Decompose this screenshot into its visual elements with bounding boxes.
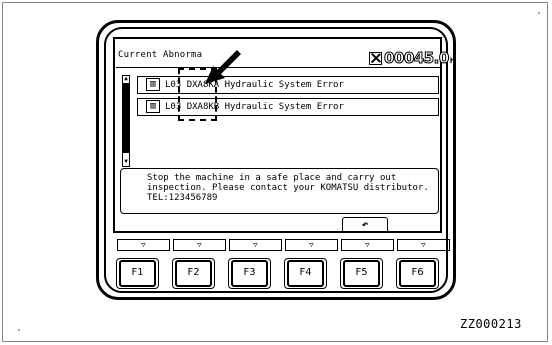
machine-icon: ▥ <box>146 100 160 113</box>
error-description: Hydraulic System Error <box>224 102 344 112</box>
guide-f5: ▽ <box>341 239 394 251</box>
speck <box>538 12 540 14</box>
title-divider <box>116 67 440 68</box>
guide-f6: ▽ <box>397 239 450 251</box>
service-meter-unit: h <box>449 57 455 65</box>
figure-code: ZZ000213 <box>460 317 522 331</box>
scroll-thumb[interactable] <box>122 83 130 153</box>
f1-button[interactable]: F1 <box>119 260 156 287</box>
hourglass-icon <box>369 52 382 65</box>
message-line-3: TEL:123456789 <box>147 193 218 203</box>
screen-title: Current Abnorma <box>118 50 203 60</box>
message-line-2: inspection. Please contact your KOMATSU … <box>147 183 429 193</box>
machine-icon: ▥ <box>146 78 160 91</box>
pointer-arrow-icon <box>205 50 241 84</box>
guide-f4: ▽ <box>285 239 338 251</box>
f6-button[interactable]: F6 <box>399 260 436 287</box>
speck <box>18 329 20 331</box>
service-meter: 00045.0h <box>369 49 455 68</box>
back-icon[interactable]: ↶ <box>342 217 388 233</box>
message-line-1: Stop the machine in a safe place and car… <box>147 173 397 183</box>
scroll-down-arrow-icon[interactable]: ▼ <box>122 158 130 166</box>
f5-button[interactable]: F5 <box>343 260 380 287</box>
f3-button[interactable]: F3 <box>231 260 268 287</box>
f2-button[interactable]: F2 <box>175 260 212 287</box>
f4-button[interactable]: F4 <box>287 260 324 287</box>
guide-f2: ▽ <box>173 239 226 251</box>
service-meter-value: 00045.0 <box>384 49 450 68</box>
guide-f3: ▽ <box>229 239 282 251</box>
scroll-up-arrow-icon[interactable]: ▲ <box>122 75 130 83</box>
guide-f1: ▽ <box>117 239 170 251</box>
